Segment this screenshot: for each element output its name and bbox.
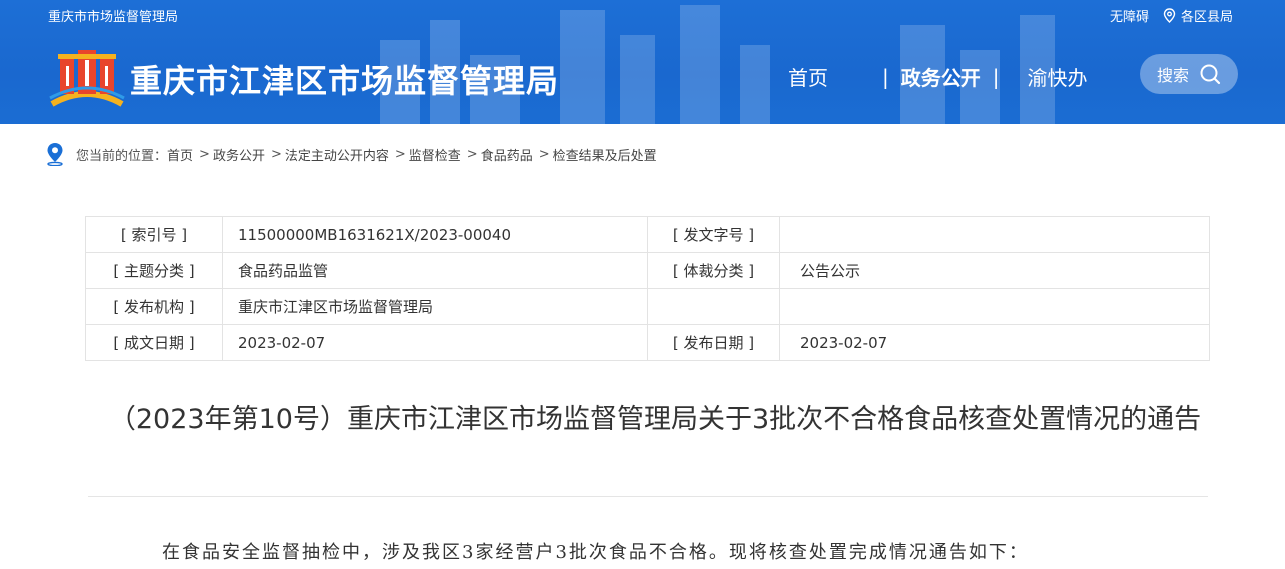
table-row: [ 成文日期 ] 2023-02-07 [ 发布日期 ] 2023-02-07 (85, 324, 1210, 361)
search-button[interactable]: 搜索 (1140, 54, 1238, 94)
document-intro: 在食品安全监督抽检中，涉及我区3家经营户3批次食品不合格。现将核查处置完成情况通… (162, 542, 1029, 563)
search-label: 搜索 (1156, 66, 1189, 85)
meta-value (779, 288, 1210, 325)
meta-key: [ 发文字号 ] (647, 216, 780, 253)
nav-yukuaiban[interactable]: 渝快办 (1028, 62, 1088, 91)
location-pin-icon (47, 143, 63, 166)
breadcrumb-item-inspection[interactable]: 监督检查 (409, 145, 461, 164)
meta-value (779, 216, 1210, 253)
breadcrumb-separator: > (199, 146, 210, 162)
nav-separator: | (882, 64, 889, 89)
site-logo[interactable] (48, 44, 126, 110)
table-row: [ 主题分类 ] 食品药品监管 [ 体裁分类 ] 公告公示 (85, 252, 1210, 289)
breadcrumb-item-food-drug[interactable]: 食品药品 (481, 145, 533, 164)
meta-value: 2023-02-07 (779, 324, 1210, 361)
meta-value: 重庆市江津区市场监督管理局 (222, 288, 648, 325)
top-bar: 重庆市市场监督管理局 无障碍 各区县局 (0, 0, 1285, 30)
breadcrumb-item-home[interactable]: 首页 (167, 145, 193, 164)
meta-key: [ 主题分类 ] (85, 252, 223, 289)
meta-key (647, 288, 780, 325)
table-row: [ 索引号 ] 11500000MB1631621X/2023-00040 [ … (85, 216, 1210, 253)
location-icon (1163, 8, 1176, 23)
meta-key: [ 体裁分类 ] (647, 252, 780, 289)
table-row: [ 发布机构 ] 重庆市江津区市场监督管理局 (85, 288, 1210, 325)
meta-key: [ 发布日期 ] (647, 324, 780, 361)
breadcrumb-separator: > (394, 146, 406, 162)
meta-value: 2023-02-07 (222, 324, 648, 361)
breadcrumb-separator: > (538, 146, 550, 162)
meta-key: [ 成文日期 ] (85, 324, 223, 361)
accessibility-link[interactable]: 无障碍 (1110, 6, 1149, 25)
meta-value: 11500000MB1631621X/2023-00040 (222, 216, 648, 253)
main-nav: 首页 | 政务公开 | 渝快办 (788, 62, 1088, 91)
nav-separator: | (992, 64, 1000, 89)
meta-key: [ 索引号 ] (85, 216, 223, 253)
breadcrumb-separator: > (466, 146, 478, 162)
breadcrumb-item-gov-affairs[interactable]: 政务公开 (213, 145, 265, 164)
search-icon (1200, 64, 1221, 85)
site-header: 重庆市市场监督管理局 无障碍 各区县局 重庆市江津区市场监督管理局 首页 | 政… (0, 0, 1285, 124)
region-link[interactable]: 各区县局 (1163, 6, 1233, 25)
meta-value: 公告公示 (779, 252, 1210, 289)
breadcrumb-prefix: 您当前的位置： (76, 148, 168, 164)
site-title: 重庆市江津区市场监督管理局 (130, 62, 560, 100)
document-meta-table: [ 索引号 ] 11500000MB1631621X/2023-00040 [ … (85, 216, 1210, 361)
breadcrumb: 您当前的位置： 首页 > 政务公开 > 法定主动公开内容 > 监督检查 > 食品… (46, 142, 657, 166)
top-right-links: 无障碍 各区县局 (1110, 6, 1233, 25)
meta-value: 食品药品监管 (222, 252, 648, 289)
parent-site-link[interactable]: 重庆市市场监督管理局 (48, 6, 178, 25)
nav-home[interactable]: 首页 (788, 62, 828, 91)
breadcrumb-item-public-content[interactable]: 法定主动公开内容 (285, 145, 389, 164)
document-title: （2023年第10号）重庆市江津区市场监督管理局关于3批次不合格食品核查处置情况… (108, 404, 1202, 435)
meta-key: [ 发布机构 ] (85, 288, 223, 325)
title-divider (88, 496, 1208, 497)
region-label: 各区县局 (1180, 10, 1233, 25)
breadcrumb-separator: > (270, 146, 282, 162)
nav-gov-affairs[interactable]: 政务公开 (901, 62, 981, 91)
breadcrumb-item-results[interactable]: 检查结果及后处置 (553, 145, 657, 164)
